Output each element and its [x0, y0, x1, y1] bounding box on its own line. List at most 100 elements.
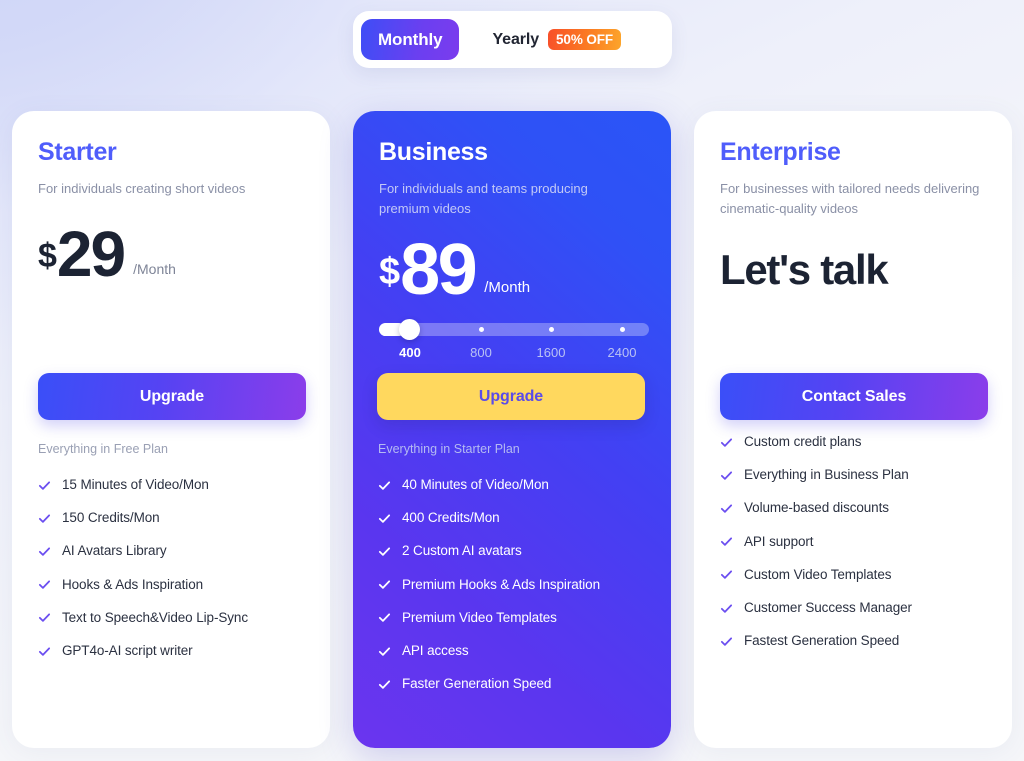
plan-description-business: For individuals and teams producing prem…	[379, 180, 588, 216]
list-item: Custom credit plans	[720, 434, 992, 450]
feature-list-starter: Everything in Free Plan 15 Minutes of Vi…	[38, 442, 310, 659]
check-icon	[720, 537, 733, 546]
feature-label: Premium Video Templates	[402, 609, 557, 625]
check-icon	[720, 504, 733, 513]
list-item: API support	[720, 534, 992, 550]
toggle-yearly-label: Yearly	[492, 30, 540, 48]
feature-label: 15 Minutes of Video/Mon	[62, 477, 209, 492]
price-amount: 29	[56, 217, 126, 290]
plan-price-business: $ 89 /Month	[379, 229, 645, 310]
list-item: Custom Video Templates	[720, 567, 992, 583]
feature-list-business: Everything in Starter Plan 40 Minutes of…	[378, 442, 650, 692]
slider-tick-2400[interactable]	[620, 327, 625, 333]
list-item: Premium Video Templates	[378, 610, 650, 626]
list-item: 40 Minutes of Video/Mon	[378, 477, 650, 493]
check-icon	[38, 547, 51, 556]
list-item: Everything in Business Plan	[720, 467, 992, 483]
list-item: Faster Generation Speed	[378, 676, 650, 692]
list-item: Text to Speech&Video Lip-Sync	[38, 610, 310, 626]
feature-label: AI Avatars Library	[62, 543, 167, 559]
price-period: /Month	[133, 261, 176, 278]
price-amount: 89	[400, 229, 478, 310]
list-item: Hooks & Ads Inspiration	[38, 577, 310, 593]
list-item: Premium Hooks & Ads Inspiration	[378, 577, 650, 593]
feature-label: Hooks & Ads Inspiration	[62, 576, 204, 592]
check-icon	[378, 613, 391, 623]
check-icon	[720, 570, 733, 580]
feature-list-heading-starter: Everything in Free Plan	[38, 442, 168, 456]
billing-toggle[interactable]: Monthly Yearly 50% OFF	[353, 11, 672, 68]
credits-slider[interactable]: 400 800 1600 2400	[379, 318, 649, 363]
check-icon	[378, 580, 391, 589]
check-icon	[38, 580, 51, 589]
price-currency: $	[38, 237, 57, 276]
slider-thumb[interactable]	[399, 318, 420, 340]
check-icon	[720, 603, 733, 613]
toggle-yearly[interactable]: Yearly 50% OFF	[492, 28, 622, 51]
list-item: AI Avatars Library	[38, 543, 310, 559]
slider-label-400[interactable]: 400	[399, 345, 421, 360]
list-item: 150 Credits/Mon	[38, 510, 310, 526]
slider-label-2400[interactable]: 2400	[608, 345, 637, 360]
feature-label: 400 Credits/Mon	[402, 510, 500, 526]
check-icon	[38, 613, 51, 623]
check-icon	[378, 680, 391, 689]
feature-list-heading-business: Everything in Starter Plan	[378, 442, 520, 456]
feature-label: Custom Video Templates	[744, 566, 892, 582]
check-icon	[720, 438, 733, 447]
feature-label: Everything in Business Plan	[744, 467, 909, 483]
slider-tick-1600[interactable]	[549, 327, 554, 333]
plan-title-business: Business	[379, 138, 488, 166]
check-icon	[378, 514, 391, 523]
feature-label: Premium Hooks & Ads Inspiration	[402, 576, 600, 592]
discount-badge: 50% OFF	[548, 28, 622, 51]
check-icon	[720, 471, 733, 480]
pricing-page: Monthly Yearly 50% OFF Starter For indiv…	[0, 0, 1024, 761]
feature-label: Custom credit plans	[744, 434, 862, 449]
feature-label: GPT4o-AI script writer	[62, 642, 193, 658]
list-item: Volume-based discounts	[720, 500, 992, 516]
list-item: 400 Credits/Mon	[378, 510, 650, 526]
price-period: /Month	[484, 278, 531, 296]
feature-label: 2 Custom AI avatars	[402, 543, 522, 559]
plan-description-starter: For individuals creating short videos	[38, 180, 246, 196]
plan-description-enterprise: For businesses with tailored needs deliv…	[720, 180, 980, 216]
check-icon	[378, 646, 391, 656]
list-item: API access	[378, 643, 650, 659]
feature-label: Text to Speech&Video Lip-Sync	[62, 609, 248, 625]
feature-label: Volume-based discounts	[744, 500, 889, 516]
upgrade-button-business[interactable]: Upgrade	[377, 373, 645, 420]
slider-label-800[interactable]: 800	[470, 345, 492, 360]
slider-track[interactable]	[379, 318, 649, 340]
feature-label: 40 Minutes of Video/Mon	[402, 477, 549, 492]
check-icon	[38, 514, 51, 523]
slider-tick-800[interactable]	[479, 327, 484, 333]
contact-sales-button[interactable]: Contact Sales	[720, 373, 988, 420]
check-icon	[720, 637, 733, 646]
plan-card-business: Business For individuals and teams produ…	[353, 111, 671, 748]
plan-price-starter: $ 29 /Month	[38, 217, 304, 290]
plan-title-starter: Starter	[38, 138, 117, 166]
plan-cards: Starter For individuals creating short v…	[0, 111, 1024, 748]
slider-labels: 400 800 1600 2400	[379, 345, 649, 363]
list-item: GPT4o-AI script writer	[38, 643, 310, 659]
plan-card-enterprise: Enterprise For businesses with tailored …	[694, 111, 1012, 748]
price-currency: $	[379, 250, 401, 293]
feature-label: 150 Credits/Mon	[62, 510, 160, 526]
feature-label: API access	[402, 642, 469, 658]
check-icon	[378, 481, 391, 490]
feature-label: Faster Generation Speed	[402, 676, 552, 692]
check-icon	[38, 646, 51, 656]
feature-label: API support	[744, 533, 814, 549]
feature-label: Fastest Generation Speed	[744, 633, 900, 649]
check-icon	[38, 481, 51, 490]
feature-label: Customer Success Manager	[744, 599, 912, 615]
list-item: 2 Custom AI avatars	[378, 543, 650, 559]
feature-list-enterprise: Custom credit plans Everything in Busine…	[720, 434, 992, 649]
upgrade-button-starter[interactable]: Upgrade	[38, 373, 306, 420]
toggle-monthly[interactable]: Monthly	[361, 19, 460, 60]
check-icon	[378, 547, 391, 556]
slider-label-1600[interactable]: 1600	[537, 345, 566, 360]
plan-price-enterprise: Let's talk	[720, 245, 889, 293]
list-item: Fastest Generation Speed	[720, 633, 992, 649]
